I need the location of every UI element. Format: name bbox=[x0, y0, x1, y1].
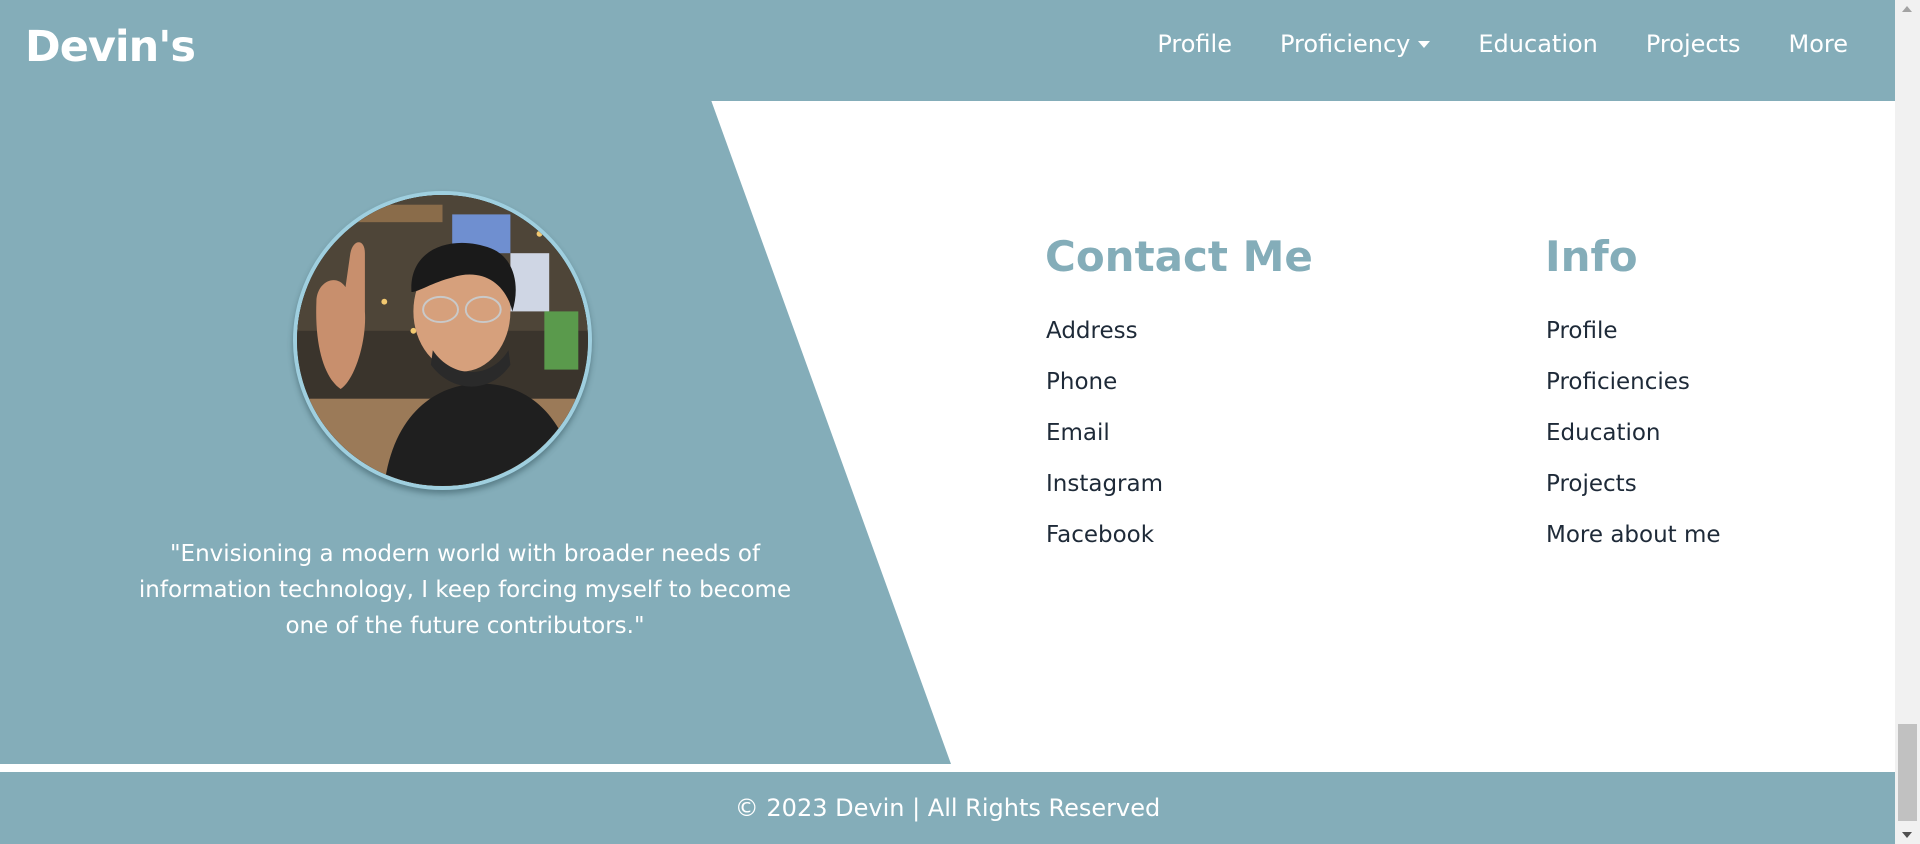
profile-photo-illustration bbox=[297, 195, 588, 486]
profile-quote: "Envisioning a modern world with broader… bbox=[138, 541, 792, 639]
nav-link-education[interactable]: Education bbox=[1478, 30, 1597, 58]
info-title: Info bbox=[1545, 232, 1638, 281]
nav-link-profile[interactable]: Profile bbox=[1157, 30, 1232, 58]
contact-title: Contact Me bbox=[1045, 232, 1313, 281]
page: Devin's Profile Proficiency Education Pr… bbox=[0, 0, 1895, 844]
contact-link-address[interactable]: Address bbox=[1046, 318, 1163, 369]
nav-link-proficiency-dropdown[interactable]: Proficiency bbox=[1279, 30, 1431, 58]
contact-list: Address Phone Email Instagram Facebook bbox=[1046, 318, 1163, 573]
contact-link-facebook[interactable]: Facebook bbox=[1046, 522, 1163, 573]
contact-link-phone[interactable]: Phone bbox=[1046, 369, 1163, 420]
profile-photo bbox=[293, 191, 592, 490]
info-link-more-about-me[interactable]: More about me bbox=[1546, 522, 1721, 573]
nav-links: Profile Proficiency Education Projects M… bbox=[1157, 30, 1848, 58]
navbar: Devin's Profile Proficiency Education Pr… bbox=[0, 0, 1895, 101]
info-link-profile[interactable]: Profile bbox=[1546, 318, 1721, 369]
contact-link-email[interactable]: Email bbox=[1046, 420, 1163, 471]
caret-down-icon bbox=[1418, 40, 1431, 48]
scrollbar-thumb[interactable] bbox=[1898, 724, 1917, 821]
info-link-projects[interactable]: Projects bbox=[1546, 471, 1721, 522]
scroll-up-arrow-icon[interactable] bbox=[1902, 6, 1912, 12]
nav-link-more[interactable]: More bbox=[1789, 30, 1849, 58]
scroll-down-arrow-icon[interactable] bbox=[1902, 832, 1912, 838]
nav-link-label: Education bbox=[1478, 30, 1598, 58]
nav-link-label: Profile bbox=[1157, 30, 1232, 58]
footer: © 2023 Devin | All Rights Reserved bbox=[0, 772, 1895, 844]
vertical-scrollbar[interactable] bbox=[1895, 0, 1920, 844]
brand-logo[interactable]: Devin's bbox=[25, 22, 196, 72]
contact-link-instagram[interactable]: Instagram bbox=[1046, 471, 1163, 522]
nav-link-label: Projects bbox=[1645, 30, 1741, 58]
info-link-education[interactable]: Education bbox=[1546, 420, 1721, 471]
nav-link-label: More bbox=[1788, 30, 1849, 58]
info-link-proficiencies[interactable]: Proficiencies bbox=[1546, 369, 1721, 420]
nav-link-projects[interactable]: Projects bbox=[1646, 30, 1741, 58]
nav-link-label: Proficiency bbox=[1279, 30, 1411, 58]
info-list: Profile Proficiencies Education Projects… bbox=[1546, 318, 1721, 573]
copyright-text: © 2023 Devin | All Rights Reserved bbox=[734, 794, 1161, 822]
